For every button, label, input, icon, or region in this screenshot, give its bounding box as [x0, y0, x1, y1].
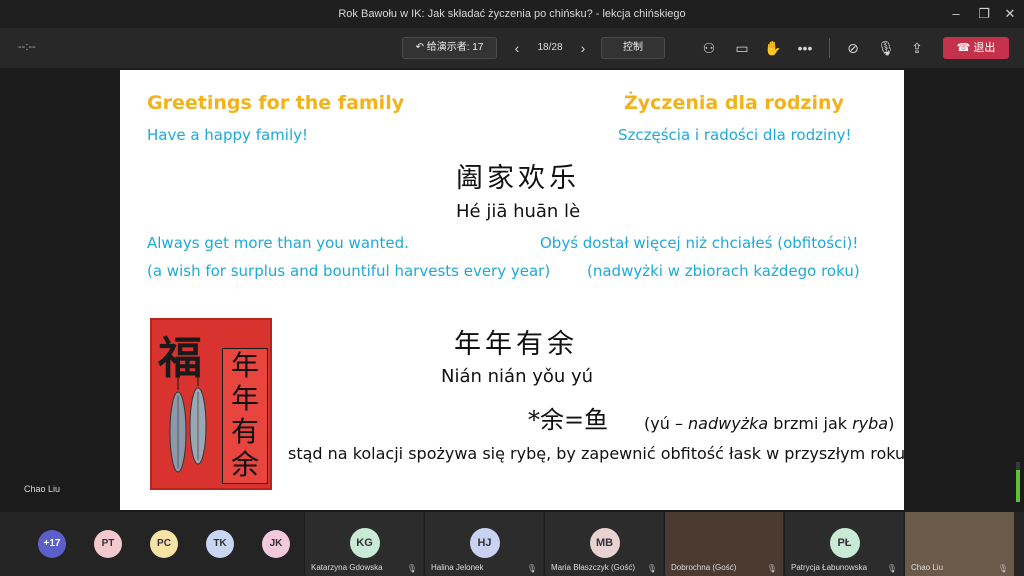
minimize-icon[interactable]: –: [942, 4, 970, 24]
shared-content-stage: Greetings for the family Życzenia dla ro…: [0, 68, 1024, 512]
homophone-equation: *余=鱼: [528, 406, 609, 434]
line1-english: Have a happy family!: [147, 126, 309, 144]
hang-up-icon: ☎: [956, 42, 974, 54]
take-control-button[interactable]: 控制: [601, 37, 665, 59]
participant-avatar[interactable]: TK: [206, 530, 234, 558]
title-bar: Rok Bawołu w IK: Jak składać życzenia po…: [0, 0, 1024, 28]
participant-avatar: KG: [349, 528, 380, 558]
participant-name: Halina Jelonek: [431, 563, 484, 572]
share-screen-icon[interactable]: ⇪: [907, 38, 927, 58]
participant-name: Maria Błaszczyk (Gość): [551, 563, 636, 572]
participant-tile[interactable]: PŁ Patrycja Łabunowska 🎙: [784, 512, 903, 576]
leave-button[interactable]: ☎ 退出: [943, 37, 1009, 59]
slide-counter: 18/28: [537, 42, 563, 53]
participants-icon[interactable]: ⚇: [699, 38, 719, 58]
mic-muted-icon: 🎙: [886, 564, 897, 573]
poster-vertical-text: 年年有余: [222, 348, 268, 484]
participant-tile[interactable]: HJ Halina Jelonek 🎙: [424, 512, 543, 576]
heading-polish: Życzenia dla rodziny: [624, 92, 844, 114]
line2-english: Always get more than you wanted.: [147, 234, 409, 252]
mic-level-meter: [1016, 462, 1020, 502]
participant-name: Patrycja Łabunowska: [791, 563, 868, 572]
phrase2-hanzi: 年年有余: [454, 329, 578, 360]
prev-slide-icon[interactable]: ‹: [507, 38, 527, 58]
next-slide-icon[interactable]: ›: [573, 38, 593, 58]
line1-polish: Szczęścia i radości dla rodziny!: [618, 126, 852, 144]
participant-avatar: MB: [589, 528, 620, 558]
line3-polish: (nadwyżki w zbiorach każdego roku): [587, 262, 860, 280]
phrase1-pinyin: Hé jiā huān lè: [456, 201, 581, 222]
participant-strip: +17 PT PC TK JK KG Katarzyna Gdowska 🎙 HJ Halin…: [0, 512, 1024, 576]
mic-muted-icon: 🎙: [766, 564, 777, 573]
explanation-text: stąd na kolacji spożywa się rybę, by zap…: [288, 444, 904, 463]
chat-icon[interactable]: ▭: [732, 38, 752, 58]
more-participants-badge[interactable]: +17: [38, 530, 66, 558]
phrase1-hanzi: 阖家欢乐: [456, 163, 580, 194]
toolbar-divider: [829, 38, 830, 58]
hanging-fish-icon: [169, 376, 207, 473]
mic-level-fill: [1016, 470, 1020, 502]
presentation-slide: Greetings for the family Życzenia dla ro…: [120, 70, 904, 510]
more-options-icon[interactable]: •••: [795, 38, 815, 58]
back-to-presenter-button[interactable]: ↶ 给演示者: 17: [402, 37, 497, 59]
close-icon[interactable]: ✕: [996, 4, 1024, 24]
fish-poster-image: 福 年年有余: [150, 318, 272, 490]
participant-tile[interactable]: KG Katarzyna Gdowska 🎙: [304, 512, 423, 576]
participant-name: Dobrochna (Gość): [671, 563, 737, 572]
participant-tile[interactable]: Chao Liu 🎙: [904, 512, 1014, 576]
phrase2-pinyin: Nián nián yǒu yú: [441, 366, 594, 387]
participant-tile[interactable]: Dobrochna (Gość) 🎙: [664, 512, 783, 576]
participant-name: Chao Liu: [911, 563, 944, 572]
participant-avatar[interactable]: PT: [94, 530, 122, 558]
mic-muted-icon: 🎙: [526, 564, 537, 573]
presenter-name: Chao Liu: [24, 484, 61, 494]
mic-muted-icon: 🎙: [406, 564, 417, 573]
window-title: Rok Bawołu w IK: Jak składać życzenia po…: [338, 8, 686, 20]
mic-off-icon[interactable]: 🎙: [876, 38, 896, 58]
participant-avatar: PŁ: [829, 528, 860, 558]
participant-avatar[interactable]: JK: [262, 530, 290, 558]
raise-hand-icon[interactable]: ✋: [763, 38, 783, 58]
undo-icon: ↶: [415, 42, 427, 53]
participant-tile[interactable]: MB Maria Błaszczyk (Gość) 🎙: [544, 512, 663, 576]
meeting-timer: --:--: [18, 41, 36, 53]
participant-avatar: HJ: [469, 528, 500, 558]
maximize-icon[interactable]: ❐: [970, 4, 998, 24]
heading-english: Greetings for the family: [147, 92, 405, 114]
meeting-toolbar: --:-- ↶ 给演示者: 17 ‹ 18/28 › 控制 ⚇ ▭ ✋ ••• …: [0, 28, 1024, 68]
homophone-note: (yú – nadwyżka brzmi jak ryba): [644, 414, 895, 433]
line3-english: (a wish for surplus and bountiful harves…: [147, 262, 551, 280]
line2-polish: Obyś dostał więcej niż chciałeś (obfitoś…: [540, 234, 859, 252]
participant-name: Katarzyna Gdowska: [311, 563, 383, 572]
mic-muted-icon: 🎙: [997, 564, 1008, 573]
mic-muted-icon: 🎙: [646, 564, 657, 573]
camera-off-icon[interactable]: ⊘: [843, 38, 863, 58]
participant-avatar[interactable]: PC: [150, 530, 178, 558]
